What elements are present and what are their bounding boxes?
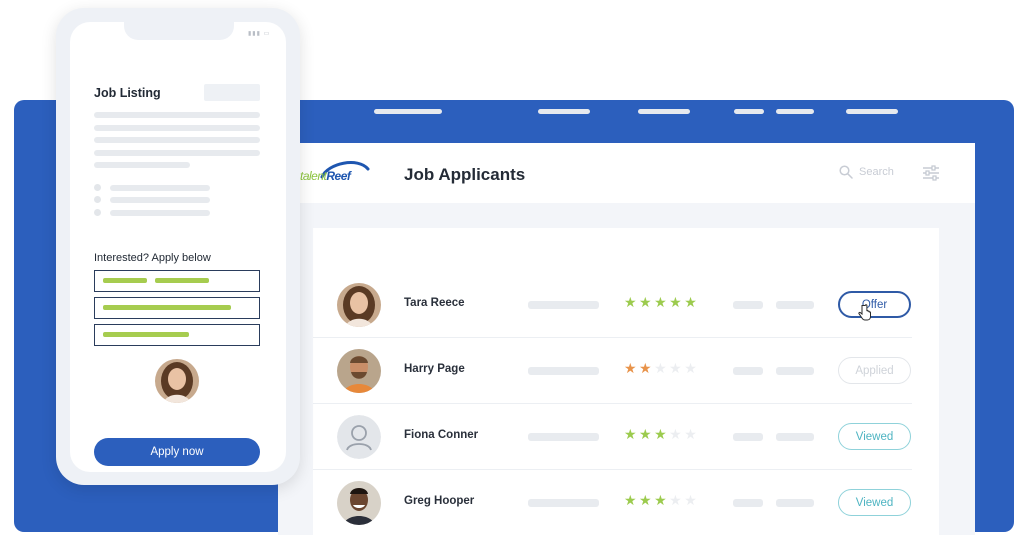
apply-now-button[interactable]: Apply now [94,438,260,466]
star-rating: ★★★★★ [624,360,700,376]
column-header-placeholder [638,109,690,114]
search-placeholder: Search [859,166,894,178]
text-placeholder-line [94,137,260,143]
field-fill [103,278,147,283]
form-field[interactable] [94,270,260,292]
applicant-row[interactable]: Greg Hooper ★★★★★ Viewed [313,470,912,535]
avatar [337,349,381,393]
search-icon [839,165,853,179]
applicant-row[interactable]: Harry Page ★★★★★ Applied [313,338,912,404]
phone-screen: ▮▮▮ ▭ Job Listing Interested? Apply belo… [70,22,286,472]
bullet-dot [94,184,101,191]
placeholder-bar [776,301,814,309]
field-fill [103,332,189,337]
star-rating: ★★★★★ [624,426,700,442]
applicant-name: Greg Hooper [404,495,475,507]
talentreef-logo: talentReef [300,159,370,191]
placeholder-bar [776,499,814,507]
star-rating: ★★★★★ [624,492,700,508]
field-fill [155,278,209,283]
title-placeholder-chip [204,84,260,101]
placeholder-bar [776,433,814,441]
applicant-name: Fiona Conner [404,429,479,441]
phone-mockup: ▮▮▮ ▭ Job Listing Interested? Apply belo… [56,8,300,485]
avatar [337,481,381,525]
apply-prompt: Interested? Apply below [94,252,211,264]
column-header-placeholder [776,109,814,114]
offer-button[interactable]: Offer [838,291,911,318]
column-header-placeholder [538,109,590,114]
placeholder-bar [776,367,814,375]
hand-cursor-icon [858,304,871,321]
text-placeholder-line [94,112,260,118]
avatar [155,359,199,403]
bullet-dot [94,196,101,203]
bullet-dot [94,209,101,216]
field-fill [103,305,231,310]
text-placeholder-line [94,125,260,131]
applied-button[interactable]: Applied [838,357,911,384]
text-placeholder-line [110,210,210,216]
text-placeholder-line [94,150,260,156]
form-field[interactable] [94,324,260,346]
job-listing-title: Job Listing [94,86,161,100]
placeholder-bar [733,301,763,309]
page-title: Job Applicants [404,165,526,184]
placeholder-bar [528,301,599,309]
signal-battery-icon: ▮▮▮ ▭ [248,31,271,37]
applicant-name: Tara Reece [404,297,465,309]
form-field[interactable] [94,297,260,319]
phone-notch [124,22,234,40]
default-avatar-icon [337,415,381,459]
window-header: talentReef Job Applicants Search [278,143,975,203]
placeholder-bar [528,499,599,507]
logo-wordmark: talentReef [300,169,351,183]
placeholder-bar [528,367,599,375]
placeholder-bar [733,499,763,507]
placeholder-bar [733,367,763,375]
avatar [337,283,381,327]
sliders-icon[interactable] [922,165,940,186]
column-header-placeholder [374,109,442,114]
placeholder-bar [733,433,763,441]
viewed-button[interactable]: Viewed [838,423,911,450]
applicant-row[interactable]: Fiona Conner ★★★★★ Viewed [313,404,912,470]
applicant-row[interactable]: Tara Reece ★★★★★ Offer [313,272,912,338]
text-placeholder-line [110,197,210,203]
placeholder-bar [528,433,599,441]
search-box[interactable]: Search [839,165,894,179]
text-placeholder-line [94,162,190,168]
viewed-button[interactable]: Viewed [838,489,911,516]
text-placeholder-line [110,185,210,191]
column-header-placeholder [846,109,898,114]
star-rating: ★★★★★ [624,294,700,310]
applicant-name: Harry Page [404,363,465,375]
column-header-placeholder [734,109,764,114]
